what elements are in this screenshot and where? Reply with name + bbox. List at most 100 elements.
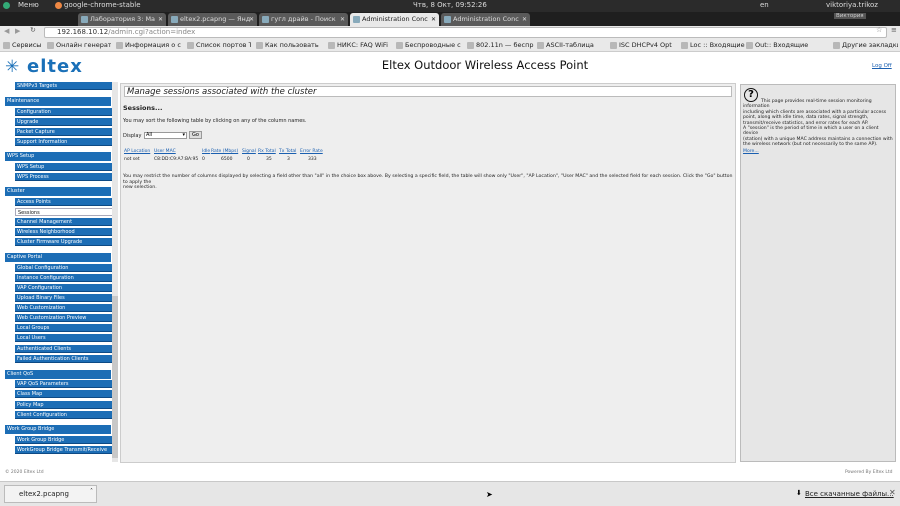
column-header-idle[interactable]: Idle [202,149,210,154]
sidebar-item-global-configuration[interactable]: Global Configuration [15,264,116,272]
bookmark-item[interactable]: Out:: Входящие [746,40,810,51]
sidebar-item-support-information[interactable]: Support Information [15,138,116,146]
close-icon[interactable]: ✕ [249,13,254,26]
bookmark-item[interactable]: ASCII-таблица [537,40,605,51]
column-header-tx-total[interactable]: Tx Total [279,149,296,154]
tab-admin-active[interactable]: Administration Conc ✕ [350,13,439,26]
close-icon[interactable]: ✕ [158,13,163,26]
sidebar-item-configuration[interactable]: Configuration [15,108,116,116]
sidebar-item-web-customization[interactable]: Web Customization [15,304,116,312]
sidebar-item-wps-process[interactable]: WPS Process [15,173,116,181]
tab-favicon-icon [81,16,88,23]
sidebar-item-upload-binary-files[interactable]: Upload Binary Files [15,294,116,302]
display-select-value: All [146,132,153,138]
clock: Чтв, 8 Окт, 09:52:26 [413,1,487,9]
sidebar-item-vap-qos-parameters[interactable]: VAP QoS Parameters [15,380,116,388]
sidebar-item-instance-configuration[interactable]: Instance Configuration [15,274,116,282]
sidebar-scrollbar[interactable] [112,82,118,462]
table-cell: not set [124,157,140,162]
sidebar-item-client-configuration[interactable]: Client Configuration [15,411,116,419]
bookmark-item[interactable]: ISC DHCPv4 Opt [610,40,680,51]
sidebar-group-client-qos[interactable]: Client QoS [5,370,111,379]
tab-admin[interactable]: Administration Conc ✕ [441,13,530,26]
tab-google[interactable]: гугл драйв - Поиск ✕ [259,13,348,26]
more-link[interactable]: More... [743,149,759,154]
bookmark-item[interactable]: Информация о с [116,40,182,51]
sidebar-item-authenticated-clients[interactable]: Authenticated Clients [15,345,116,353]
bookmark-item[interactable]: Список портов Т [187,40,251,51]
sidebar-item-wps-setup[interactable]: WPS Setup [15,163,116,171]
tab-lab[interactable]: Лаборатория 3: Ма ✕ [78,13,166,26]
table-cell: 35 [266,157,272,162]
back-icon[interactable]: ◀ [4,27,9,35]
sidebar-group-work-group-bridge[interactable]: Work Group Bridge [5,425,111,434]
os-menu-label[interactable]: Меню [18,1,39,9]
bookmark-item[interactable]: 802.11n — беспр [467,40,534,51]
sidebar-item-packet-capture[interactable]: Packet Capture [15,128,116,136]
sidebar-item-upgrade[interactable]: Upgrade [15,118,116,126]
address-bar[interactable]: 192.168.10.12/admin.cgi?action=index [44,27,887,38]
menu-icon[interactable] [3,2,10,9]
sidebar-item-snmpv3-targets[interactable]: SNMPv3 Targets [15,82,116,90]
tab-strip: Лаборатория 3: Ма ✕ eltex2.pcapng — Янд ✕ … [0,12,900,26]
logout-link[interactable]: Log Off [872,63,892,69]
column-header-error-rate[interactable]: Error Rate [300,149,323,154]
menu-icon[interactable]: ≡ [891,26,897,34]
sidebar-group-captive-portal[interactable]: Captive Portal [5,253,111,262]
sidebar-item-local-users[interactable]: Local Users [15,334,116,342]
close-icon[interactable]: ✕ [340,13,345,26]
sidebar-item-access-points[interactable]: Access Points [15,198,116,206]
sidebar-item-channel-management[interactable]: Channel Management [15,218,116,226]
profile-name[interactable]: Виктория [834,13,866,19]
help-line: point, along with idle time, data rates,… [743,115,869,121]
sidebar-group-maintenance[interactable]: Maintenance [5,97,111,106]
column-header-user-mac[interactable]: User MAC [154,149,176,154]
help-line: transmit/receive statistics, and error r… [743,120,869,126]
user-label[interactable]: viktoriya.trikoz [826,1,878,9]
bookmark-item[interactable]: НИКС: FAQ WiFi [328,40,392,51]
tab-pcap[interactable]: eltex2.pcapng — Янд ✕ [168,13,257,26]
sidebar-item-vap-configuration[interactable]: VAP Configuration [15,284,116,292]
sidebar-item-web-customization-preview[interactable]: Web Customization Preview [15,314,116,322]
sidebar-nav: SNMPv3 Targets Maintenance Configuration… [5,82,116,462]
forward-icon[interactable]: ▶ [15,27,20,35]
sidebar-item-workgroup-bridge-transmit-receive[interactable]: WorkGroup Bridge Transmit/Receive [15,446,116,454]
sidebar-item-cluster-firmware-upgrade[interactable]: Cluster Firmware Upgrade [15,238,116,246]
sidebar-group-cluster[interactable]: Cluster [5,187,111,196]
sidebar-group-wps-setup[interactable]: WPS Setup [5,152,111,161]
column-header-ap-location[interactable]: AP Location [124,149,150,154]
close-icon[interactable]: ✕ [889,488,896,497]
sidebar-item-work-group-bridge[interactable]: Work Group Bridge [15,436,116,444]
column-header-rate[interactable]: Rate (Mbps) [211,149,238,154]
bookmark-item[interactable]: Как пользовать [256,40,326,51]
column-header-signal[interactable]: Signal [242,149,256,154]
go-button[interactable]: Go [189,131,202,139]
display-select[interactable]: All ▾ [144,132,187,139]
close-icon[interactable]: ✕ [522,13,527,26]
column-header-rx-total[interactable]: Rx Total [258,149,276,154]
mouse-cursor-icon: ➤ [486,490,493,499]
sidebar-item-class-map[interactable]: Class Map [15,390,116,398]
close-icon[interactable]: ✕ [431,13,436,26]
chevron-down-icon: ▾ [182,132,185,138]
chevron-down-icon[interactable]: ˄ [90,484,93,500]
sidebar-item-failed-authentication-clients[interactable]: Failed Authentication Clients [15,355,116,363]
show-all-downloads-link[interactable]: Все скачанные файлы... [805,490,894,498]
bookmark-item[interactable]: Онлайн генерато [47,40,111,51]
star-icon[interactable]: ☆ [876,26,882,34]
sidebar-item-policy-map[interactable]: Policy Map [15,401,116,409]
sidebar-item-local-groups[interactable]: Local Groups [15,324,116,332]
reload-icon[interactable]: ↻ [30,26,36,34]
bookmark-item-other[interactable]: Другие закладки [833,40,898,51]
download-item[interactable]: eltex2.pcapng ˄ [4,485,97,503]
bookmark-item[interactable]: Loc :: Входящие [681,40,745,51]
bookmarks-bar: Сервисы Онлайн генерато Информация о с С… [0,39,900,52]
tab-label: Administration Conc [453,15,519,23]
bookmark-item[interactable]: Сервисы [3,40,45,51]
bookmark-item[interactable]: Беспроводные с [396,40,464,51]
sidebar-item-sessions[interactable]: Sessions [15,208,116,216]
section-title: Manage sessions associated with the clus… [124,86,732,97]
sidebar-item-wireless-neighborhood[interactable]: Wireless Neighborhood [15,228,116,236]
language-indicator[interactable]: en [760,1,769,9]
scrollbar-thumb[interactable] [112,296,118,458]
